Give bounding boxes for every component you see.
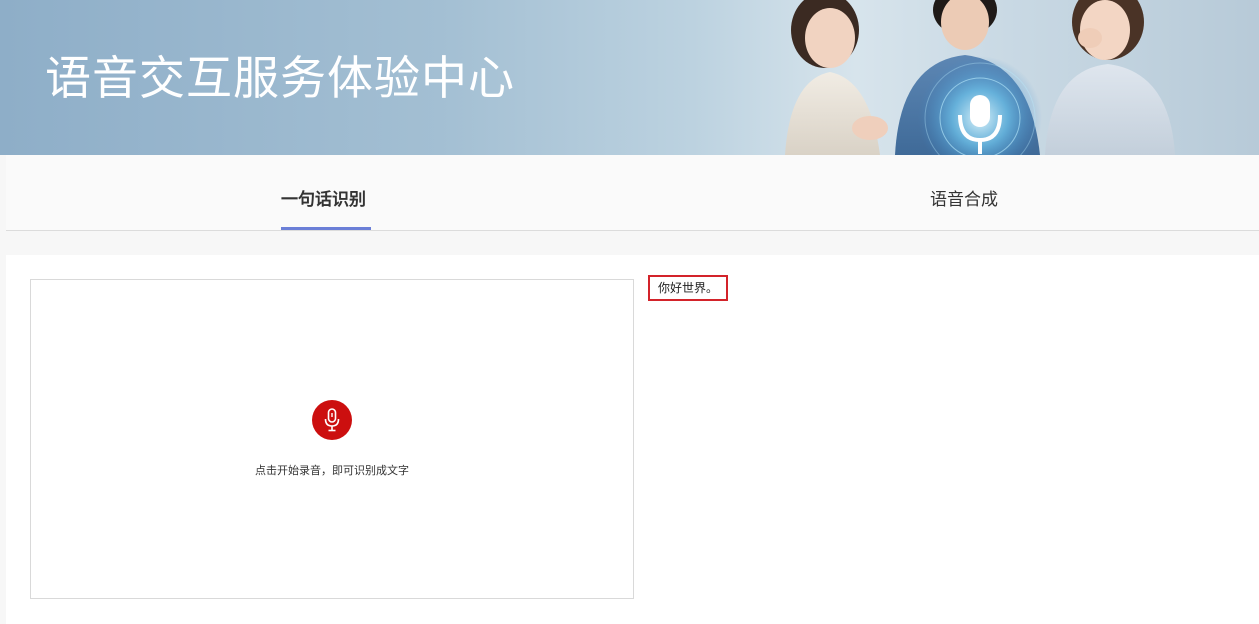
record-button[interactable] xyxy=(312,400,352,440)
record-hint: 点击开始录音，即可识别成文字 xyxy=(255,464,409,477)
tab-speech-synthesis[interactable]: 语音合成 xyxy=(930,186,998,214)
active-tab-indicator xyxy=(281,227,371,230)
banner-illustration xyxy=(785,0,1175,155)
page-title: 语音交互服务体验中心 xyxy=(45,51,515,105)
page: 语音交互服务体验中心 一句话识别 语音合成 点击开始录音，即可识别成文字 你好世… xyxy=(0,0,1259,624)
main-content: 点击开始录音，即可识别成文字 你好世界。 xyxy=(6,255,1259,624)
tab-bar: 一句话识别 语音合成 xyxy=(6,155,1259,231)
recorder-panel: 点击开始录音，即可识别成文字 xyxy=(30,279,634,599)
recognition-result: 你好世界。 xyxy=(648,275,729,301)
microphone-icon xyxy=(324,408,340,432)
tab-speech-recognition[interactable]: 一句话识别 xyxy=(281,186,366,214)
header-banner: 语音交互服务体验中心 xyxy=(0,0,1259,155)
